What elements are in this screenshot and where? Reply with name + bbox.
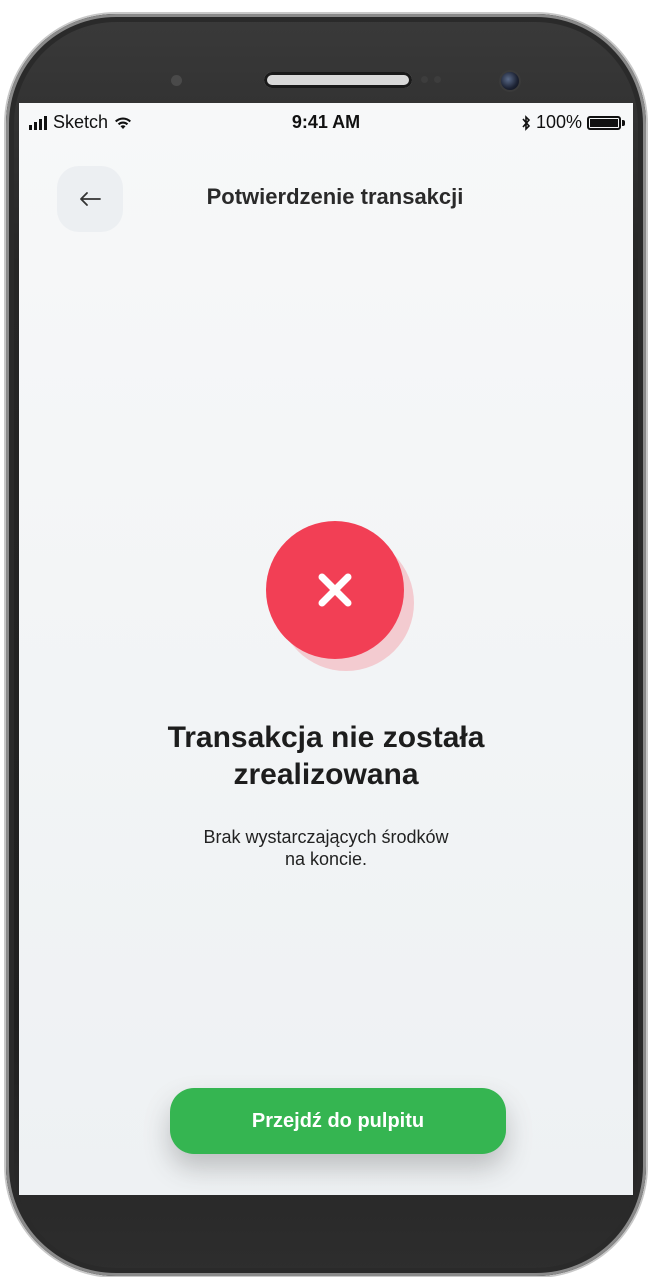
earpiece-speaker: [264, 72, 412, 88]
result-headline: Transakcja nie została zrealizowana: [167, 721, 485, 791]
speaker-dots: [421, 76, 451, 84]
arrow-left-icon: [80, 192, 101, 206]
close-icon: [318, 573, 352, 607]
status-bar: Sketch 9:41 AM 100%: [19, 103, 633, 143]
bluetooth-icon: [522, 114, 531, 131]
result-message: Brak wystarczających środków na koncie.: [203, 827, 449, 869]
battery-icon: [587, 115, 621, 130]
battery-percent: 100%: [535, 112, 582, 132]
front-camera: [501, 72, 519, 90]
page-title: Potwierdzenie transakcji: [206, 184, 464, 209]
header: Potwierdzenie transakcji: [19, 163, 633, 233]
proximity-sensor: [171, 75, 182, 86]
go-to-dashboard-button[interactable]: Przejdź do pulpitu: [170, 1088, 506, 1154]
back-button[interactable]: [57, 166, 123, 232]
error-badge: [266, 521, 416, 671]
screen: Sketch 9:41 AM 100% Potwierdzenie transa…: [19, 103, 633, 1195]
